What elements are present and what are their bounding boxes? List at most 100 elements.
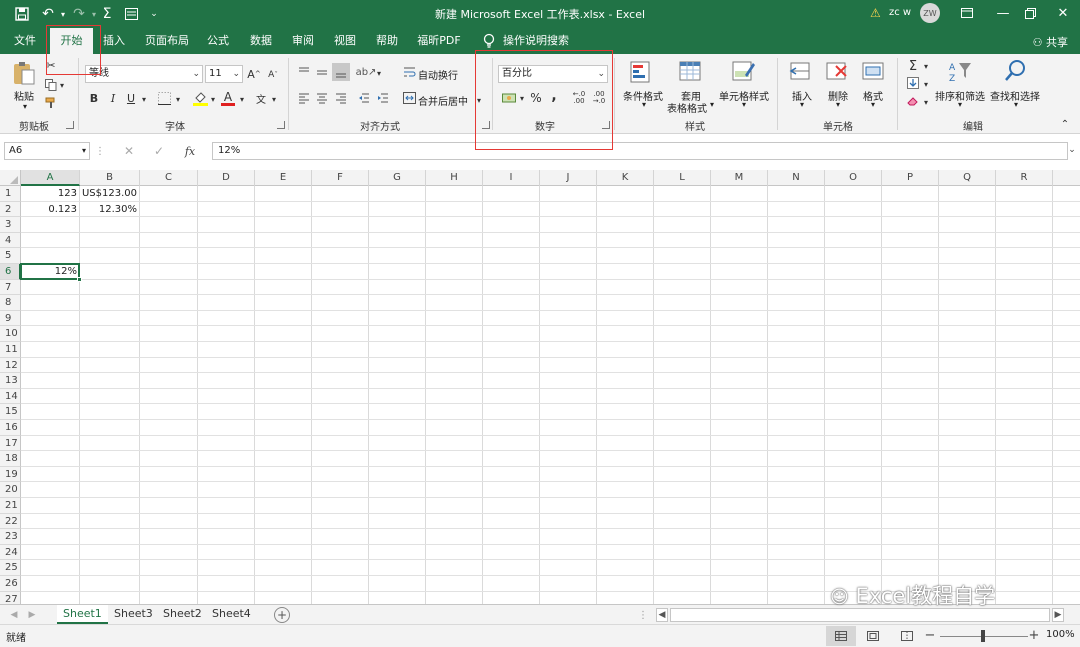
- row-header-5[interactable]: 5: [0, 248, 21, 264]
- row-header-4[interactable]: 4: [0, 232, 21, 249]
- column-header-a[interactable]: A: [21, 170, 80, 186]
- sheet-tab-sheet2[interactable]: Sheet2: [157, 605, 208, 624]
- tab-review[interactable]: 审阅: [287, 28, 319, 54]
- insert-dropdown-icon[interactable]: ▾: [798, 100, 806, 109]
- copy-dropdown-icon[interactable]: ▾: [58, 78, 66, 92]
- column-header-q[interactable]: Q: [939, 170, 996, 186]
- active-cell-selection[interactable]: [20, 263, 82, 282]
- cut-icon[interactable]: ✂: [44, 58, 58, 72]
- fill-icon[interactable]: [906, 76, 920, 90]
- paste-dropdown-icon[interactable]: ▾: [20, 102, 30, 111]
- decrease-font-size-button[interactable]: Aˇ: [266, 68, 280, 82]
- find-select-icon[interactable]: [1003, 58, 1029, 84]
- row-header-7[interactable]: 7: [0, 279, 21, 296]
- clear-dropdown-icon[interactable]: ▾: [922, 96, 930, 108]
- clipboard-launcher-icon[interactable]: [66, 121, 74, 129]
- cell-styles-dropdown-icon[interactable]: ▾: [740, 100, 748, 109]
- row-header-13[interactable]: 13: [0, 373, 21, 389]
- tab-data[interactable]: 数据: [245, 28, 277, 54]
- column-header-l[interactable]: L: [654, 170, 711, 186]
- column-header-f[interactable]: F: [312, 170, 369, 186]
- form-icon[interactable]: [122, 4, 140, 24]
- underline-button[interactable]: U: [124, 90, 138, 106]
- chevron-down-icon[interactable]: ⌄: [597, 66, 605, 82]
- row-header-16[interactable]: 16: [0, 420, 21, 436]
- accounting-format-icon[interactable]: [500, 90, 518, 106]
- column-header-c[interactable]: C: [140, 170, 198, 186]
- align-right-icon[interactable]: [333, 90, 349, 106]
- autosum-dropdown-icon[interactable]: ▾: [922, 60, 930, 72]
- row-header-24[interactable]: 24: [0, 544, 21, 561]
- collapse-ribbon-icon[interactable]: ⌃: [1058, 118, 1072, 130]
- font-color-dropdown-icon[interactable]: ▾: [238, 92, 246, 106]
- fill-dropdown-icon[interactable]: ▾: [922, 78, 930, 90]
- format-as-table-dropdown-icon[interactable]: ▾: [708, 100, 716, 109]
- align-top-icon[interactable]: [296, 64, 312, 80]
- hscroll-right-icon[interactable]: ▶: [1052, 608, 1064, 622]
- phonetic-dropdown-icon[interactable]: ▾: [270, 92, 278, 106]
- save-icon[interactable]: [12, 4, 32, 24]
- row-header-15[interactable]: 15: [0, 404, 21, 420]
- column-header-h[interactable]: H: [426, 170, 483, 186]
- increase-font-size-button[interactable]: A ^: [247, 66, 261, 82]
- zoom-level[interactable]: 100%: [1046, 629, 1075, 640]
- tell-me-search[interactable]: 操作说明搜索: [500, 28, 572, 54]
- delete-cells-icon[interactable]: [824, 59, 850, 85]
- row-header-21[interactable]: 21: [0, 498, 21, 514]
- worksheet-grid[interactable]: ABCDEFGHIJKLMNOPQR 1 2 3 4 5 6 7 8 9 10 11 12 13 14 15…: [0, 170, 1080, 606]
- tab-page-layout[interactable]: 页面布局: [142, 28, 192, 54]
- sort-dropdown-icon[interactable]: ▾: [956, 100, 964, 109]
- name-box-dropdown-icon[interactable]: ▾: [82, 143, 86, 159]
- column-header-d[interactable]: D: [198, 170, 255, 186]
- align-left-icon[interactable]: [296, 90, 312, 106]
- phonetic-guide-icon[interactable]: 文: [253, 90, 269, 106]
- borders-icon[interactable]: [156, 90, 172, 106]
- undo-icon[interactable]: ↶: [38, 4, 58, 24]
- restore-icon[interactable]: [1017, 2, 1043, 24]
- format-painter-icon[interactable]: [44, 96, 58, 110]
- tab-home[interactable]: 开始: [50, 28, 93, 54]
- user-name[interactable]: zc w: [889, 7, 911, 18]
- column-header-n[interactable]: N: [768, 170, 825, 186]
- format-cells-icon[interactable]: [860, 59, 886, 85]
- find-dropdown-icon[interactable]: ▾: [1012, 100, 1020, 109]
- format-as-table-icon[interactable]: [678, 59, 704, 85]
- column-header-r[interactable]: R: [996, 170, 1053, 186]
- row-header-14[interactable]: 14: [0, 388, 21, 405]
- merge-center-icon[interactable]: [402, 91, 416, 105]
- paste-icon[interactable]: [11, 60, 37, 86]
- row-header-25[interactable]: 25: [0, 560, 21, 576]
- sheet-tab-sheet4[interactable]: Sheet4: [206, 605, 257, 624]
- alignment-launcher-icon[interactable]: [482, 121, 490, 129]
- customize-quick-access-icon[interactable]: ⌄: [148, 4, 160, 24]
- row-header-3[interactable]: 3: [0, 217, 21, 233]
- wrap-text-icon[interactable]: [402, 65, 416, 79]
- row-header-18[interactable]: 18: [0, 451, 21, 467]
- font-launcher-icon[interactable]: [277, 121, 285, 129]
- align-center-icon[interactable]: [314, 90, 330, 106]
- new-sheet-icon[interactable]: +: [274, 607, 290, 623]
- underline-dropdown-icon[interactable]: ▾: [140, 92, 148, 106]
- row-header-6[interactable]: 6: [0, 264, 21, 280]
- tab-file[interactable]: 文件: [8, 28, 42, 54]
- tab-help[interactable]: 帮助: [371, 28, 403, 54]
- chevron-down-icon[interactable]: ⌄: [192, 66, 200, 82]
- row-header-8[interactable]: 8: [0, 295, 21, 311]
- fill-handle[interactable]: [77, 276, 82, 282]
- wrap-text-button[interactable]: 自动换行: [418, 67, 458, 82]
- page-break-view-icon[interactable]: [900, 630, 914, 642]
- fill-color-icon[interactable]: [192, 89, 208, 107]
- name-box[interactable]: A6 ▾: [4, 142, 90, 160]
- increase-indent-icon[interactable]: [375, 90, 391, 106]
- format-dropdown-icon[interactable]: ▾: [869, 100, 877, 109]
- insert-function-icon[interactable]: fx: [180, 143, 200, 159]
- row-header-11[interactable]: 11: [0, 342, 21, 358]
- row-header-2[interactable]: 2: [0, 201, 21, 218]
- column-header-g[interactable]: G: [369, 170, 426, 186]
- tab-split-handle-icon[interactable]: ⋮: [638, 608, 648, 622]
- avatar[interactable]: ZW: [920, 3, 940, 23]
- zoom-slider-thumb[interactable]: [981, 630, 985, 642]
- align-middle-icon[interactable]: [314, 64, 330, 80]
- clear-icon[interactable]: [906, 94, 920, 108]
- cell-a1[interactable]: 123: [21, 186, 79, 202]
